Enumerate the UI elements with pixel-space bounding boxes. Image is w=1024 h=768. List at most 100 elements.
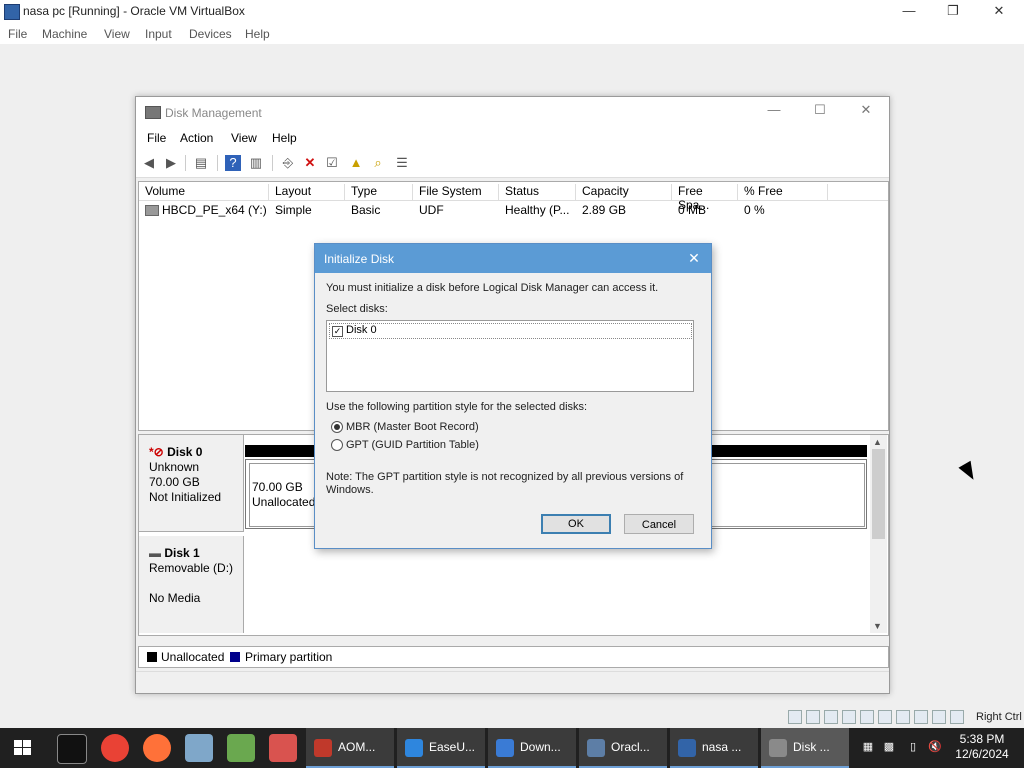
show-hide-console-tree-icon[interactable]: ▤: [193, 155, 209, 171]
optical-drive-icon[interactable]: [806, 710, 820, 724]
shared-folder-icon[interactable]: [878, 710, 892, 724]
dialog-close-button[interactable]: ✕: [683, 249, 705, 269]
network-icon[interactable]: [842, 710, 856, 724]
dm-minimize-button[interactable]: —: [754, 102, 794, 122]
taskbar-label: AOM...: [338, 740, 376, 754]
dm-menu-file[interactable]: File: [147, 131, 166, 145]
col-file-system[interactable]: File System: [413, 184, 499, 200]
mbr-radio[interactable]: [331, 421, 343, 433]
col-type[interactable]: Type: [345, 184, 413, 200]
command-prompt-icon[interactable]: [57, 734, 87, 764]
disk0-list-label: Disk 0: [346, 324, 377, 336]
disk1-label[interactable]: ▬ Disk 1 Removable (D:) No Media: [139, 536, 244, 633]
percent-free-cell: 0 %: [744, 203, 765, 217]
vbox-menu-input[interactable]: Input: [145, 27, 172, 41]
dm-menu-view[interactable]: View: [231, 131, 257, 145]
col-layout[interactable]: Layout: [269, 184, 345, 200]
usb-icon[interactable]: [860, 710, 874, 724]
disk0-type: Unknown: [149, 460, 200, 474]
ok-button[interactable]: OK: [541, 514, 611, 534]
close-button[interactable]: ✕: [976, 0, 1022, 24]
partition-size: 70.00 GB: [252, 480, 303, 494]
col-volume[interactable]: Volume: [139, 184, 269, 200]
disk0-name-line: *⊘ Disk 0: [149, 445, 202, 459]
list-view-icon[interactable]: ☰: [394, 155, 410, 171]
scroll-down-icon[interactable]: ▼: [873, 621, 882, 631]
paint-pin-icon[interactable]: [269, 734, 297, 762]
dm-close-button[interactable]: ✕: [846, 102, 886, 122]
capacity-cell: 2.89 GB: [582, 203, 627, 217]
cpu-icon[interactable]: [932, 710, 946, 724]
scroll-up-icon[interactable]: ▲: [873, 437, 882, 447]
volume-muted-icon[interactable]: 🔇: [928, 740, 942, 754]
taskbar-button-aomei[interactable]: AOM...: [306, 728, 394, 768]
toolbar-divider: [272, 155, 273, 171]
gpt-label[interactable]: GPT (GUID Partition Table): [346, 439, 479, 451]
col-free-space[interactable]: Free Spa...: [672, 184, 738, 212]
taskbar-button-nasa[interactable]: nasa ...: [670, 728, 758, 768]
disk0-label[interactable]: *⊘ Disk 0 Unknown 70.00 GB Not Initializ…: [139, 435, 244, 532]
dialog-message: You must initialize a disk before Logica…: [326, 282, 659, 294]
recording-icon[interactable]: [914, 710, 928, 724]
delete-icon[interactable]: ✕: [302, 155, 318, 171]
col-capacity[interactable]: Capacity: [576, 184, 672, 200]
disk0-checkbox[interactable]: ✓: [332, 326, 343, 337]
mbr-label[interactable]: MBR (Master Boot Record): [346, 421, 479, 433]
taskbar-button-oracle[interactable]: Oracl...: [579, 728, 667, 768]
type-cell: Basic: [351, 203, 381, 217]
help-icon[interactable]: ?: [225, 155, 241, 171]
disk-select-list: ✓ Disk 0: [326, 320, 694, 392]
cancel-button[interactable]: Cancel: [624, 514, 694, 534]
vertical-scrollbar[interactable]: ▲ ▼: [870, 435, 887, 633]
chrome-icon[interactable]: [101, 734, 129, 762]
forward-arrow-icon[interactable]: ▶: [163, 155, 179, 171]
disk0-name: Disk 0: [167, 445, 203, 459]
taskbar-button-disk[interactable]: Disk ...: [761, 728, 849, 768]
toolbar-divider: [217, 155, 218, 171]
mouse-integration-icon[interactable]: [950, 710, 964, 724]
connect-drive-icon[interactable]: ⎆: [280, 155, 296, 171]
usb-eject-icon[interactable]: ▯: [906, 740, 920, 754]
start-button[interactable]: [0, 728, 46, 768]
disk1-name-line: ▬ Disk 1: [149, 546, 200, 560]
folder-search-icon[interactable]: ⌕: [370, 155, 386, 171]
taskbar-label: Down...: [520, 740, 561, 754]
dm-maximize-button[interactable]: ☐: [800, 102, 840, 122]
network-status-icon[interactable]: ▦: [861, 740, 875, 754]
color-app-icon[interactable]: ▩: [882, 740, 896, 754]
system-clock[interactable]: 5:38 PM 12/6/2024: [950, 732, 1014, 762]
properties-check-icon[interactable]: ☑: [324, 155, 340, 171]
notepad-pin-icon[interactable]: [227, 734, 255, 762]
volume-list-header: Volume Layout Type File System Status Ca…: [139, 182, 888, 212]
firefox-icon[interactable]: [143, 734, 171, 762]
disk0-size: 70.00 GB: [149, 475, 200, 489]
dialog-titlebar: Initialize Disk ✕: [315, 244, 711, 273]
taskbar-button-downloads[interactable]: Down...: [488, 728, 576, 768]
col-percent-free[interactable]: % Free: [738, 184, 828, 200]
disk1-state: No Media: [149, 591, 201, 605]
vbox-menu-view[interactable]: View: [104, 27, 130, 41]
app-icon: [678, 739, 696, 757]
audio-icon[interactable]: [824, 710, 838, 724]
hard-disk-icon[interactable]: [788, 710, 802, 724]
partition-style-label: Use the following partition style for th…: [326, 401, 588, 413]
dm-menu-action[interactable]: Action: [180, 131, 213, 145]
restore-button[interactable]: ❐: [930, 0, 976, 24]
vbox-menu-help[interactable]: Help: [245, 27, 270, 41]
back-arrow-icon[interactable]: ◀: [141, 155, 157, 171]
vbox-menu-file[interactable]: File: [8, 27, 27, 41]
minimize-button[interactable]: —: [886, 0, 932, 24]
vbox-menu-devices[interactable]: Devices: [189, 27, 232, 41]
list-item[interactable]: ✓ Disk 0: [329, 323, 692, 339]
vbox-menu-machine[interactable]: Machine: [42, 27, 87, 41]
app-pin-icon[interactable]: [185, 734, 213, 762]
scroll-thumb[interactable]: [872, 449, 885, 539]
folder-up-icon[interactable]: ▲: [348, 155, 364, 171]
col-status[interactable]: Status: [499, 184, 576, 200]
taskbar-button-easeus[interactable]: EaseU...: [397, 728, 485, 768]
dm-menu-help[interactable]: Help: [272, 131, 297, 145]
disk1-type: Removable (D:): [149, 561, 234, 575]
display-icon[interactable]: [896, 710, 910, 724]
gpt-radio[interactable]: [331, 439, 343, 451]
action-pane-icon[interactable]: ▥: [248, 155, 264, 171]
